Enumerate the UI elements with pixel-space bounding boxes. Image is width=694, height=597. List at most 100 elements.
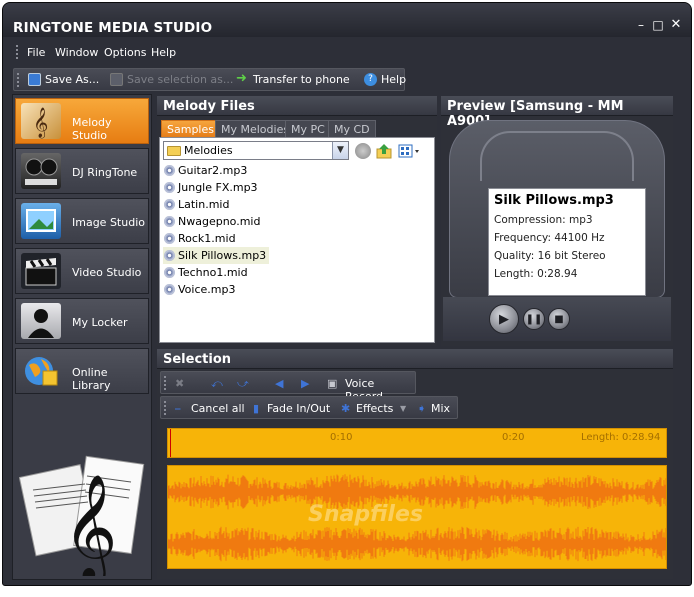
tab-samples[interactable]: Samples (161, 120, 220, 137)
tab-my-melodies[interactable]: My Melodies (215, 120, 296, 137)
svg-text:𝄞: 𝄞 (33, 107, 48, 139)
sidebar-item-dj-ringtone[interactable]: DJ RingTone (15, 148, 149, 194)
audio-file-icon (164, 250, 175, 261)
help-button[interactable]: ? Help (364, 73, 406, 86)
audio-file-icon (164, 199, 175, 210)
pause-icon[interactable]: ❚❚ (523, 308, 545, 330)
selection-toolbar-2: ⎯ Cancel all ▮ Fade In/Out ✱ Effects ▼ ➧… (160, 396, 458, 419)
close-icon[interactable]: ✕ (669, 18, 683, 32)
mix-icon: ➧ (417, 402, 427, 415)
user-silhouette-icon (21, 303, 61, 339)
save-as-button[interactable]: Save As... (28, 73, 99, 86)
toolbar-grip[interactable] (17, 73, 20, 87)
phone-screen: Silk Pillows.mp3 Compression: mp3 Freque… (488, 188, 646, 296)
watermark: Snapfiles (308, 502, 423, 527)
cancel-all-button[interactable]: Cancel all (191, 402, 245, 415)
fade-in-out-button[interactable]: Fade In/Out (267, 402, 330, 415)
sidebar-item-label: Melody Studio (72, 116, 112, 142)
svg-text:𝄞: 𝄞 (63, 473, 117, 576)
play-icon[interactable]: ▶ (489, 304, 519, 334)
tab-my-pc[interactable]: My PC (285, 120, 331, 137)
effects-icon: ✱ (341, 402, 351, 415)
folder-dropdown[interactable]: Melodies ▼ (163, 141, 349, 160)
timeline-length: Length: 0:28.94 (581, 432, 661, 443)
stop-icon[interactable]: ■ (548, 308, 570, 330)
sidebar-item-label: DJ RingTone (72, 166, 138, 179)
floppy-icon (28, 73, 41, 86)
file-item[interactable]: Rock1.mid (163, 230, 239, 247)
file-browser: Melodies ▼ Guitar2.mp3 Jungle FX.mp3 Lat… (159, 137, 435, 343)
audio-file-icon (164, 182, 175, 193)
sheet-music-image: 𝄞 (18, 430, 147, 585)
undo-icon[interactable]: ⤺ (211, 377, 223, 391)
menu-window[interactable]: Window (55, 46, 98, 59)
effects-button[interactable]: Effects (356, 402, 393, 415)
file-item[interactable]: Techno1.mid (163, 264, 251, 281)
chevron-down-icon[interactable]: ▼ (332, 142, 348, 159)
back-icon[interactable] (355, 143, 371, 159)
menu-help[interactable]: Help (151, 46, 176, 59)
app-title: RINGTONE MEDIA STUDIO (13, 20, 213, 36)
dj-deck-icon (21, 153, 61, 189)
globe-icon (21, 353, 61, 389)
melody-files-title: Melody Files (157, 96, 437, 116)
preview-compression: Compression: mp3 (494, 214, 593, 226)
phone-image: Silk Pillows.mp3 Compression: mp3 Freque… (449, 120, 665, 298)
preview-file-name: Silk Pillows.mp3 (494, 193, 614, 208)
zoom-out-icon[interactable]: ◀ (275, 377, 283, 390)
selection-title: Selection (157, 349, 673, 369)
image-icon (21, 203, 61, 239)
preview-length: Length: 0:28.94 (494, 268, 578, 280)
file-item[interactable]: Jungle FX.mp3 (163, 179, 261, 196)
effects-dropdown-icon[interactable]: ▼ (400, 404, 406, 413)
transfer-to-phone-button[interactable]: ➜ Transfer to phone (236, 72, 350, 86)
timeline-mark: 0:20 (502, 432, 525, 443)
clapperboard-icon (21, 253, 61, 289)
sidebar-item-online-library[interactable]: Online Library (15, 348, 149, 394)
minimize-icon[interactable]: – (634, 18, 648, 32)
floppy-selection-icon (110, 73, 123, 86)
file-item[interactable]: Voice.mp3 (163, 281, 238, 298)
sidebar-item-label: Image Studio (72, 216, 145, 229)
redo-icon[interactable]: ⤻ (237, 377, 249, 391)
cancel-all-icon: ⎯ (175, 402, 181, 415)
save-selection-button[interactable]: Save selection as... (110, 73, 233, 86)
file-item[interactable]: Nwagepno.mid (163, 213, 263, 230)
fade-icon: ▮ (253, 402, 260, 415)
delete-icon[interactable]: ✖ (175, 377, 184, 390)
file-item[interactable]: Guitar2.mp3 (163, 162, 250, 179)
sidebar-item-melody-studio[interactable]: 𝄞 Melody Studio (15, 98, 149, 144)
audio-file-icon (164, 216, 175, 227)
file-item[interactable]: Latin.mid (163, 196, 232, 213)
menu-bar: File Window Options Help (3, 42, 691, 62)
file-item-selected[interactable]: Silk Pillows.mp3 (163, 247, 270, 264)
preview-panel: Preview [Samsung - MM A900] Silk Pillows… (441, 96, 673, 346)
playback-cursor[interactable] (170, 429, 171, 457)
waveform-channel (168, 526, 666, 562)
menu-options[interactable]: Options (104, 46, 146, 59)
selection-panel: Selection ✖ ⤺ ⤻ ◀ ▶ ▣ Voice Record ⎯ Can… (157, 349, 673, 579)
up-folder-icon[interactable] (376, 143, 392, 159)
menu-file[interactable]: File (27, 46, 45, 59)
player-controls: ▶ ❚❚ ■ (443, 297, 671, 341)
toolbar-grip[interactable] (164, 401, 167, 415)
preview-frequency: Frequency: 44100 Hz (494, 232, 605, 244)
zoom-in-icon[interactable]: ▶ (301, 377, 309, 390)
melody-files-panel: Melody Files Samples My Melodies My PC M… (157, 96, 437, 346)
sidebar-item-label: Online Library (72, 366, 111, 392)
audio-file-icon (164, 233, 175, 244)
timeline-mark: 0:10 (330, 432, 353, 443)
sidebar-item-image-studio[interactable]: Image Studio (15, 198, 149, 244)
toolbar-grip[interactable] (164, 376, 167, 390)
sidebar-item-video-studio[interactable]: Video Studio (15, 248, 149, 294)
audio-waveform[interactable]: Snapfiles (167, 465, 667, 569)
voice-record-icon[interactable]: ▣ (327, 377, 337, 390)
timeline-ruler[interactable]: 0:10 0:20 Length: 0:28.94 (167, 428, 667, 458)
sidebar: 𝄞 Melody Studio DJ RingTone Image Studio… (12, 94, 152, 585)
sidebar-item-my-locker[interactable]: My Locker (15, 298, 149, 344)
mix-button[interactable]: Mix (431, 402, 450, 415)
menu-grip[interactable] (16, 45, 19, 59)
tab-my-cd[interactable]: My CD (328, 120, 376, 137)
view-menu-icon[interactable] (398, 143, 422, 159)
maximize-icon[interactable]: □ (651, 18, 665, 32)
